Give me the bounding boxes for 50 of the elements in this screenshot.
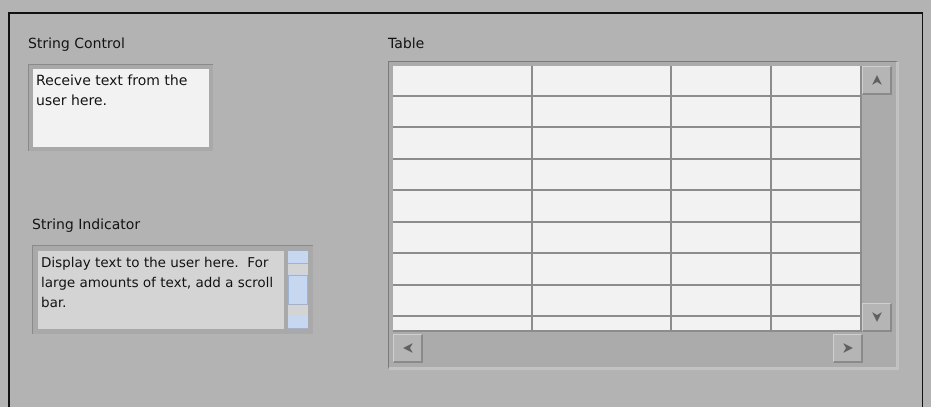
table-cell[interactable] [533,191,672,223]
table-cell[interactable] [772,128,862,160]
indicator-text: Display text to the user here. For large amounts of text, add a scroll bar. [38,251,284,329]
down-arrow-icon [870,311,882,323]
table-cell[interactable] [672,191,772,223]
table-cell[interactable] [672,286,772,317]
table-cell[interactable] [393,66,533,97]
table-cell[interactable] [672,128,772,160]
table-cell[interactable] [672,66,772,97]
table-cell[interactable] [672,160,772,191]
table-cell[interactable] [393,191,533,223]
table-cell[interactable] [393,254,533,286]
table-cell[interactable] [533,66,672,97]
table-label: Table [388,35,424,54]
scroll-down-button[interactable] [862,303,892,332]
scroll-up-button[interactable] [862,66,892,95]
control-label: String Control [28,35,125,54]
left-arrow-icon [402,342,414,354]
table-cell[interactable] [533,97,672,128]
table-cell[interactable] [393,223,533,254]
table-cell[interactable] [533,128,672,160]
table-cell[interactable] [772,191,862,223]
table-cell[interactable] [772,223,862,254]
indicator-label: String Indicator [32,216,140,235]
table-cell[interactable] [772,317,862,332]
table-cell[interactable] [393,160,533,191]
table-cell[interactable] [772,160,862,191]
table-cell[interactable] [393,128,533,160]
table-cell[interactable] [533,286,672,317]
right-arrow-icon [842,342,854,354]
table-cell[interactable] [772,66,862,97]
scroll-bar[interactable] [288,251,308,329]
table-cell[interactable] [772,97,862,128]
table-cell[interactable] [672,97,772,128]
table-cell[interactable] [533,223,672,254]
table-cell[interactable] [393,286,533,317]
table-cell[interactable] [393,97,533,128]
scroll-right-button[interactable] [833,334,863,363]
scroll-left-button[interactable] [393,334,423,363]
table-cell[interactable] [772,254,862,286]
table-cell[interactable] [772,286,862,317]
up-arrow-icon [870,74,882,86]
table-cell[interactable] [533,160,672,191]
table-cell[interactable] [533,317,672,332]
string-input-field[interactable]: Receive text from the user here. [33,69,209,147]
table-cell[interactable] [393,317,533,332]
table-cell[interactable] [672,317,772,332]
table-cell[interactable] [533,254,672,286]
table-cell[interactable] [672,223,772,254]
table-cell[interactable] [672,254,772,286]
